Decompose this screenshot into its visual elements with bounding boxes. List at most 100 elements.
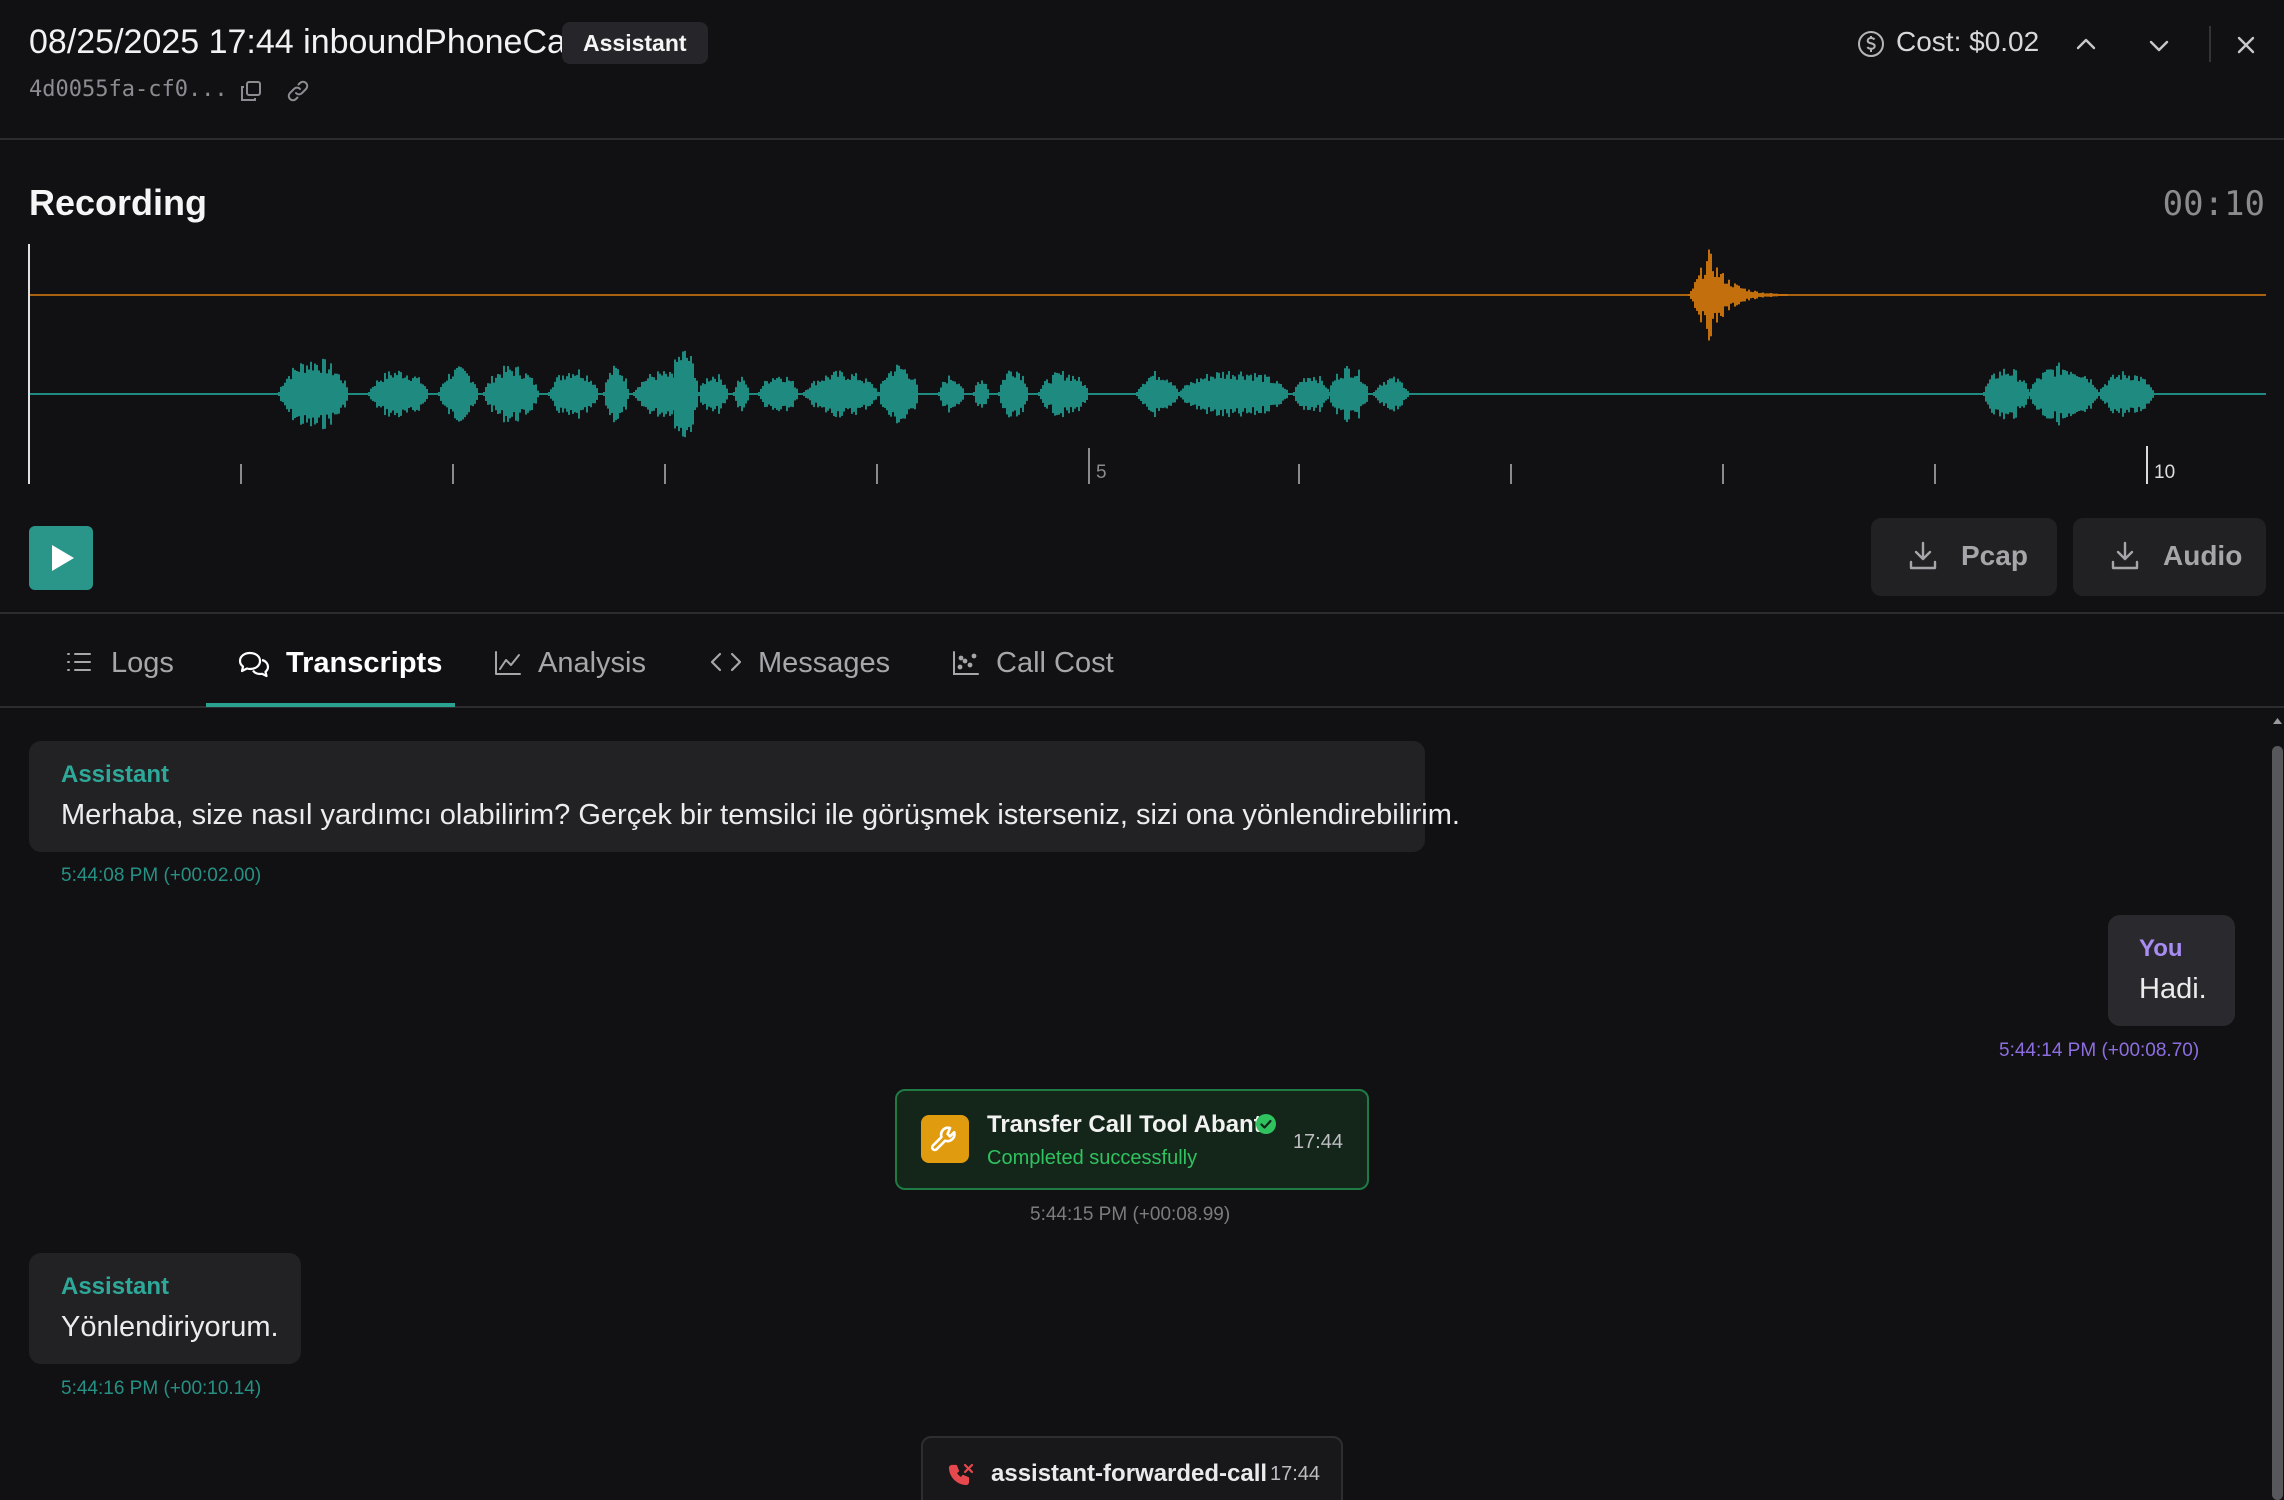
waveform-bar [418, 377, 420, 411]
header-divider [2209, 26, 2211, 62]
tab-analysis[interactable]: Analysis [490, 614, 650, 708]
waveform-bar [851, 374, 853, 414]
waveform-bar [910, 379, 912, 409]
scroll-up-arrow-icon[interactable] [2271, 710, 2284, 730]
link-icon[interactable] [286, 80, 310, 102]
waveform-bar [1086, 388, 1088, 400]
waveform-bar [843, 376, 845, 412]
tab-call-cost[interactable]: Call Cost [950, 614, 1120, 708]
waveform-bar [308, 369, 310, 419]
waveform-bar [1006, 373, 1008, 415]
waveform-bar [1276, 381, 1278, 407]
waveform-bar [1050, 383, 1052, 405]
waveform-bar [1776, 293, 1778, 297]
tool-call-card[interactable]: Transfer Call Tool Abant Completed succe… [895, 1089, 1369, 1190]
message-timestamp: 5:44:08 PM (+00:02.00) [61, 865, 262, 886]
waveform-bar [944, 382, 946, 406]
tab-messages[interactable]: Messages [706, 614, 890, 708]
waveform-bar [960, 386, 962, 402]
waveform-bar [1784, 294, 1786, 296]
waveform-bar [2098, 392, 2100, 396]
waveform-bar [1766, 293, 1768, 297]
waveform-bar [1694, 282, 1696, 308]
waveform-bar [873, 387, 875, 401]
waveform-bar [568, 373, 570, 415]
waveform-bar [1714, 276, 1716, 314]
waveform-bar [1018, 373, 1020, 415]
play-button[interactable] [29, 526, 93, 590]
waveform-bar [470, 382, 472, 406]
waveform-bar [414, 376, 416, 412]
waveform-bar [332, 375, 334, 413]
waveform-bar [786, 376, 788, 412]
waveform-bar [491, 375, 493, 413]
waveform-bar [2122, 371, 2124, 417]
waveform-bar [774, 379, 776, 409]
audio-waveform[interactable]: 5 10 [28, 244, 2266, 488]
waveform-bar [835, 370, 837, 418]
waveform-bar [1344, 368, 1346, 420]
waveform-bar [973, 392, 975, 396]
waveform-bar [2070, 371, 2072, 417]
waveform-bar [672, 377, 674, 411]
waveform-bar [1752, 292, 1754, 298]
scroll-thumb[interactable] [2272, 746, 2283, 1500]
download-audio-button[interactable]: Audio [2073, 518, 2266, 596]
download-pcap-button[interactable]: Pcap [1871, 518, 2057, 596]
waveform-bar [1024, 383, 1026, 405]
pcap-label: Pcap [1961, 540, 2028, 571]
waveform-bar [1708, 249, 1710, 341]
waveform-bar [1178, 392, 1180, 396]
waveform-bar [288, 376, 290, 412]
waveform-bar [1192, 382, 1194, 406]
waveform-bar [657, 371, 659, 417]
waveform-bar [1401, 382, 1403, 406]
waveform-bar [603, 392, 605, 396]
waveform-bar [336, 373, 338, 415]
chevron-down-icon[interactable] [2138, 24, 2180, 66]
tab-logs[interactable]: Logs [60, 614, 186, 708]
waveform-bar [596, 388, 598, 400]
tab-transcripts[interactable]: Transcripts [206, 614, 455, 708]
waveform-bar [517, 366, 519, 422]
waveform-bar [1052, 374, 1054, 414]
assistant-badge[interactable]: Assistant [562, 22, 708, 64]
chevron-up-icon[interactable] [2065, 24, 2107, 66]
waveform-bar [659, 373, 661, 415]
close-icon[interactable] [2225, 24, 2267, 66]
waveform-bar [1323, 385, 1325, 403]
waveform-bar [420, 383, 422, 405]
waveform-bar [882, 380, 884, 408]
waveform-bar [1080, 381, 1082, 407]
waveform-bar [1358, 369, 1360, 419]
waveform-bar [298, 371, 300, 417]
waveform-bar [954, 381, 956, 407]
waveform-bar [314, 363, 316, 425]
waveform-bar [584, 380, 586, 408]
waveform-bar [690, 355, 692, 433]
waveform-bar [839, 370, 841, 418]
waveform-bar [1042, 385, 1044, 403]
transcript-scrollbar[interactable] [2271, 710, 2284, 1500]
waveform-bar [410, 380, 412, 408]
waveform-bar [1004, 379, 1006, 409]
waveform-bar [794, 387, 796, 401]
waveform-bar [1062, 370, 1064, 418]
waveform-bar [635, 389, 637, 399]
waveform-bar [1299, 381, 1301, 407]
waveform-bar [1244, 379, 1246, 409]
tool-name: Transfer Call Tool Abant [987, 1111, 1262, 1138]
waveform-bar [1710, 253, 1712, 337]
waveform-bar [1270, 382, 1272, 406]
waveform-bar [621, 375, 623, 413]
audio-label: Audio [2163, 540, 2243, 571]
copy-icon[interactable] [240, 80, 262, 102]
forwarded-call-event[interactable]: assistant-forwarded-call 17:44 [921, 1436, 1343, 1500]
waveform-bar [594, 384, 596, 404]
waveform-bar [388, 371, 390, 417]
waveform-bar [1317, 383, 1319, 405]
tab-label: Transcripts [286, 647, 443, 679]
waveform-bar [1184, 385, 1186, 403]
waveform-bar [678, 356, 680, 432]
waveform-bar [2148, 384, 2150, 404]
